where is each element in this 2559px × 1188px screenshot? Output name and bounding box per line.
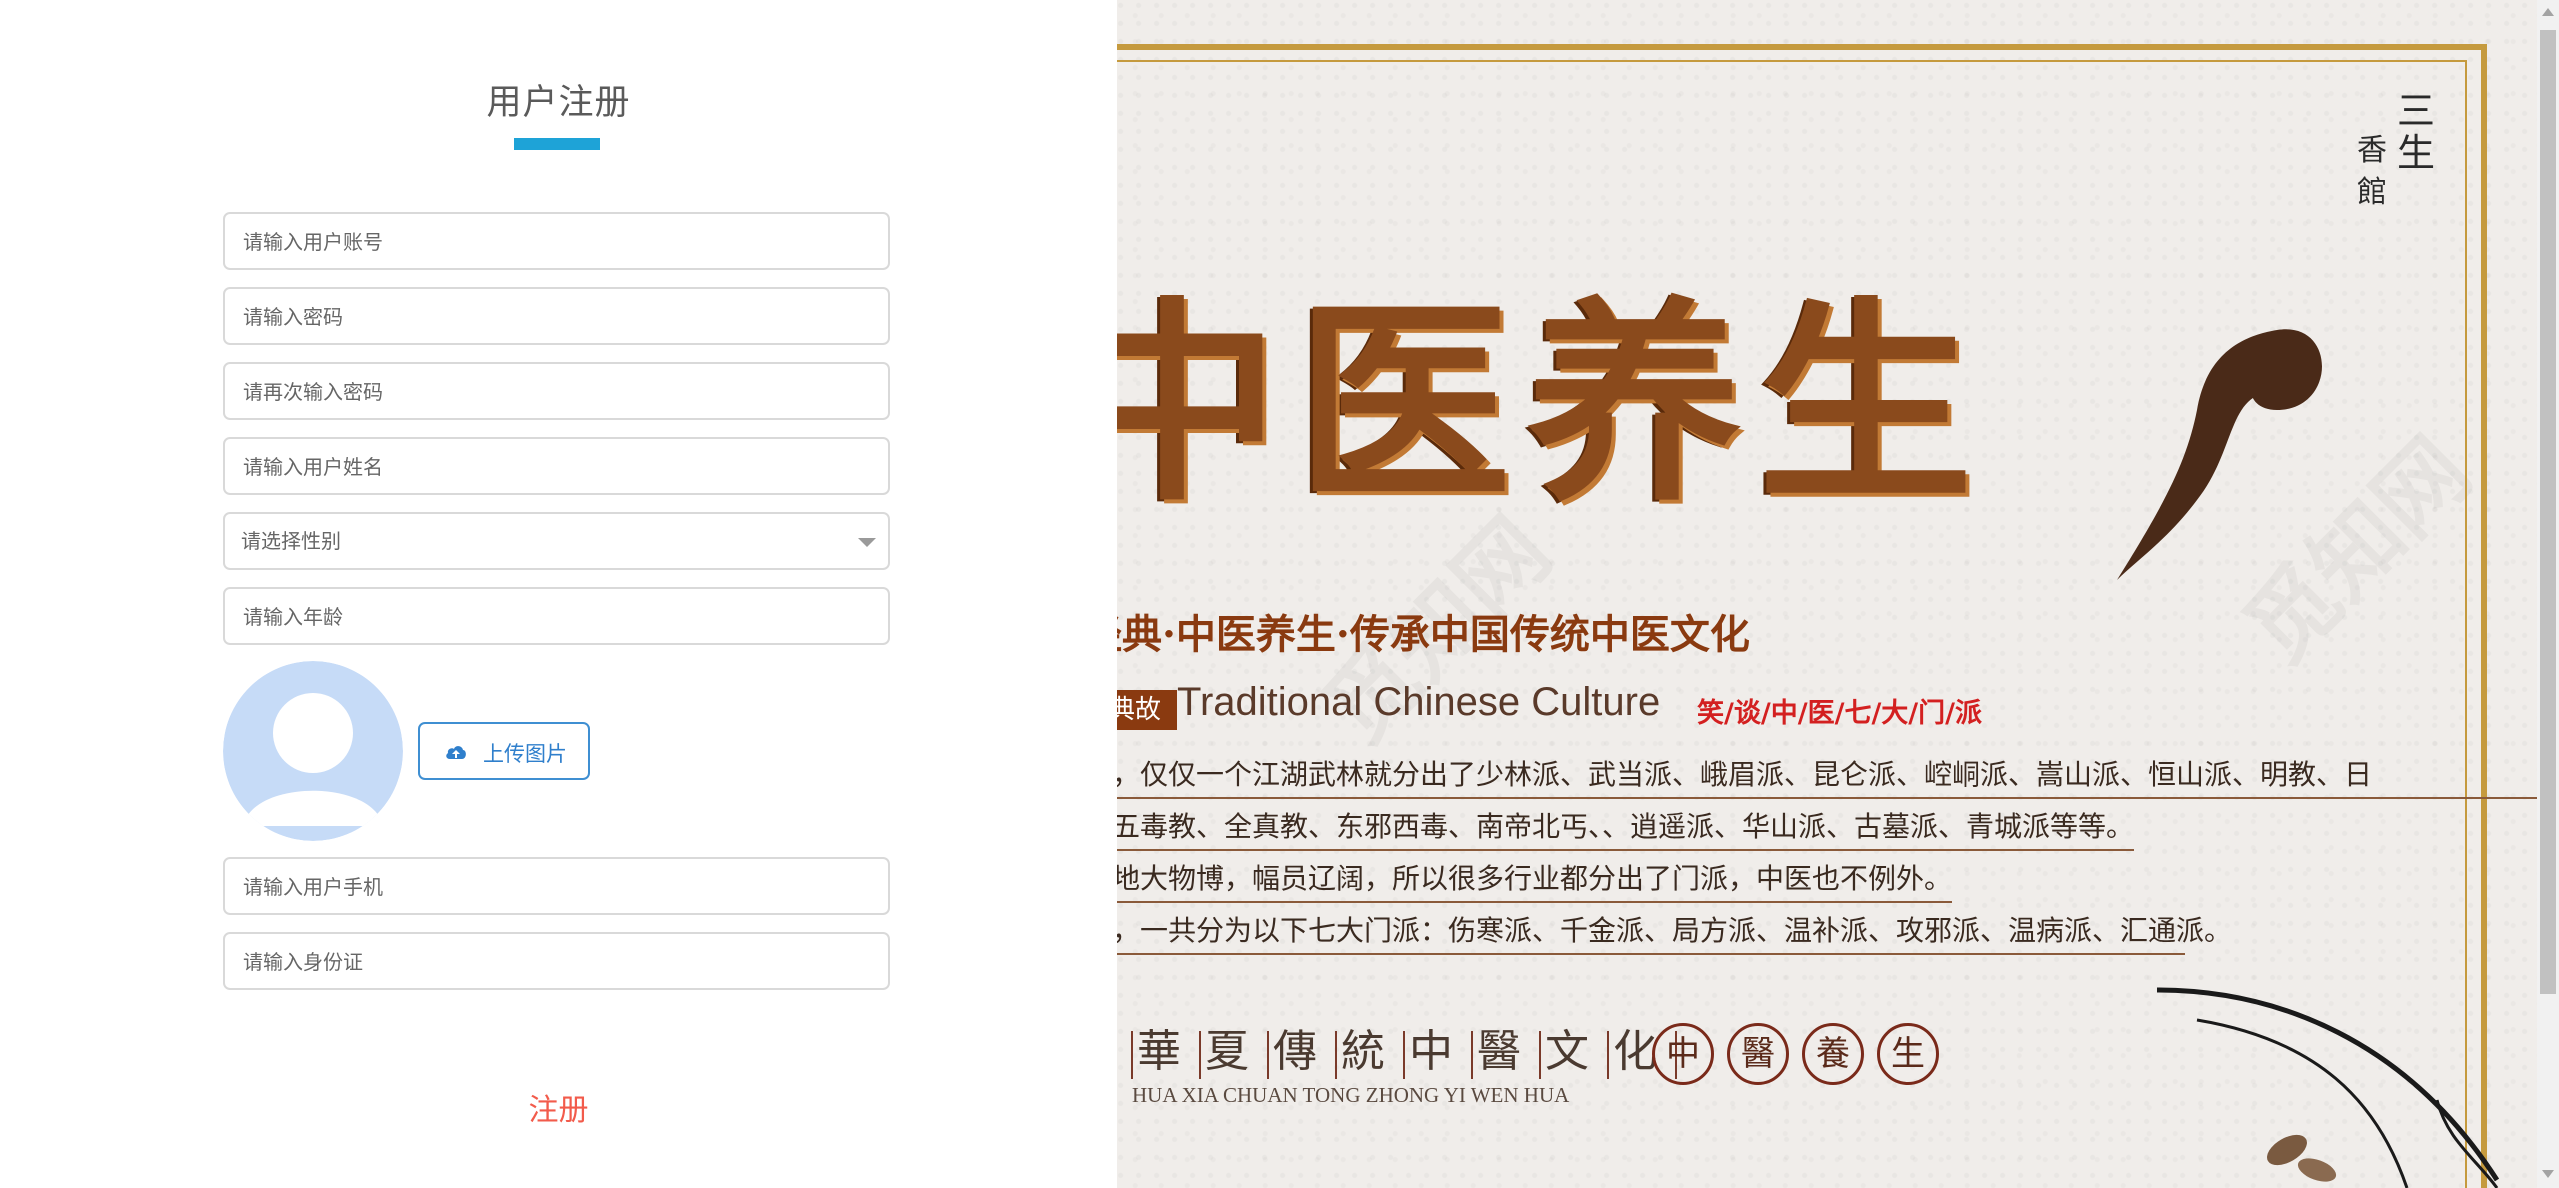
banner-paragraph: 五毒教、全真教、东邪西毒、南帝北丐、、逍遥派、华山派、古墓派、青城派等等。 xyxy=(1117,805,2135,851)
page-title: 用户注册 xyxy=(486,83,631,123)
banner-paragraph: ，仅仅一个江湖武林就分出了少林派、武当派、峨眉派、昆仑派、崆峒派、嵩山派、恒山派… xyxy=(1117,753,2537,799)
orchid-ornament-icon xyxy=(2156,987,2500,1188)
user-placeholder-icon xyxy=(223,661,403,841)
id-card-field[interactable] xyxy=(223,932,890,990)
tcm-banner-image: 觅知网 觅知网 三生 香館 中医养生 经典·中医养生·传承中国传统中医文化 典故… xyxy=(1117,0,2537,1188)
scroll-up-icon[interactable] xyxy=(2542,8,2554,16)
banner-paragraph: 地大物博，幅员辽阔，所以很多行业都分出了门派，中医也不例外。 xyxy=(1117,857,1953,903)
phone-field[interactable] xyxy=(223,857,890,915)
register-button[interactable]: 注册 xyxy=(0,1085,1117,1129)
name-field[interactable] xyxy=(223,437,890,495)
gender-select-value: 请选择性别 xyxy=(241,529,341,553)
seal-char: 中 xyxy=(1652,1023,1714,1085)
calligraphy-col: 香館 xyxy=(2357,133,2387,210)
heritage-char: 醫 xyxy=(1477,1026,1535,1077)
age-input[interactable] xyxy=(241,589,845,645)
registration-form: 用户注册 请选择性别 上传图片 注册 xyxy=(0,0,1117,1188)
cloud-upload-icon xyxy=(446,746,466,759)
password-input[interactable] xyxy=(241,289,845,345)
title-underline xyxy=(514,138,600,150)
name-input[interactable] xyxy=(241,439,845,495)
avatar xyxy=(223,661,403,841)
confirm-password-field[interactable] xyxy=(223,362,890,420)
account-input[interactable] xyxy=(241,214,845,270)
banner-red-tag: 笑/谈/中/医/七/大/门/派 xyxy=(1697,698,1983,729)
banner-paragraph: ，一共分为以下七大门派：伤寒派、千金派、局方派、温补派、攻邪派、温病派、汇通派。 xyxy=(1117,909,2232,955)
heritage-char: 文 xyxy=(1545,1026,1603,1077)
heritage-char: 傳 xyxy=(1273,1026,1331,1077)
swirl-ornament-icon xyxy=(2117,329,2322,580)
side-calligraphy: 三生 香館 xyxy=(2357,90,2437,460)
banner-main-title: 中医养生 xyxy=(1117,277,1989,530)
password-field[interactable] xyxy=(223,287,890,345)
account-field[interactable] xyxy=(223,212,890,270)
upload-button-label: 上传图片 xyxy=(483,742,567,766)
heritage-char: 夏 xyxy=(1205,1026,1263,1077)
heritage-char: 統 xyxy=(1341,1026,1399,1077)
banner-english-title: Traditional Chinese Culture xyxy=(1177,680,1661,724)
scroll-down-icon[interactable] xyxy=(2542,1170,2554,1178)
seal-char: 養 xyxy=(1802,1023,1864,1085)
banner-tag: 典故 xyxy=(1117,690,1177,730)
seal-char: 生 xyxy=(1877,1023,1939,1085)
scrollbar[interactable] xyxy=(2537,0,2559,1188)
confirm-password-input[interactable] xyxy=(241,364,845,420)
upload-image-button[interactable]: 上传图片 xyxy=(418,722,590,780)
scrollbar-thumb[interactable] xyxy=(2540,30,2556,994)
heritage-pinyin: HUA XIA CHUAN TONG ZHONG YI WEN HUA xyxy=(1132,1083,1570,1107)
banner-subtitle: 经典·中医养生·传承中国传统中医文化 xyxy=(1117,611,1750,658)
phone-input[interactable] xyxy=(241,859,845,915)
id-card-input[interactable] xyxy=(241,934,845,990)
heritage-char: 中 xyxy=(1409,1026,1467,1077)
age-field[interactable] xyxy=(223,587,890,645)
gender-select[interactable]: 请选择性别 xyxy=(223,512,890,570)
heritage-char: 華 xyxy=(1137,1026,1195,1077)
heritage-text: 華夏傳統中醫文化 xyxy=(1127,1015,1681,1079)
seal-char: 醫 xyxy=(1727,1023,1789,1085)
chevron-down-icon xyxy=(858,538,876,547)
calligraphy-col: 三生 xyxy=(2397,89,2436,175)
